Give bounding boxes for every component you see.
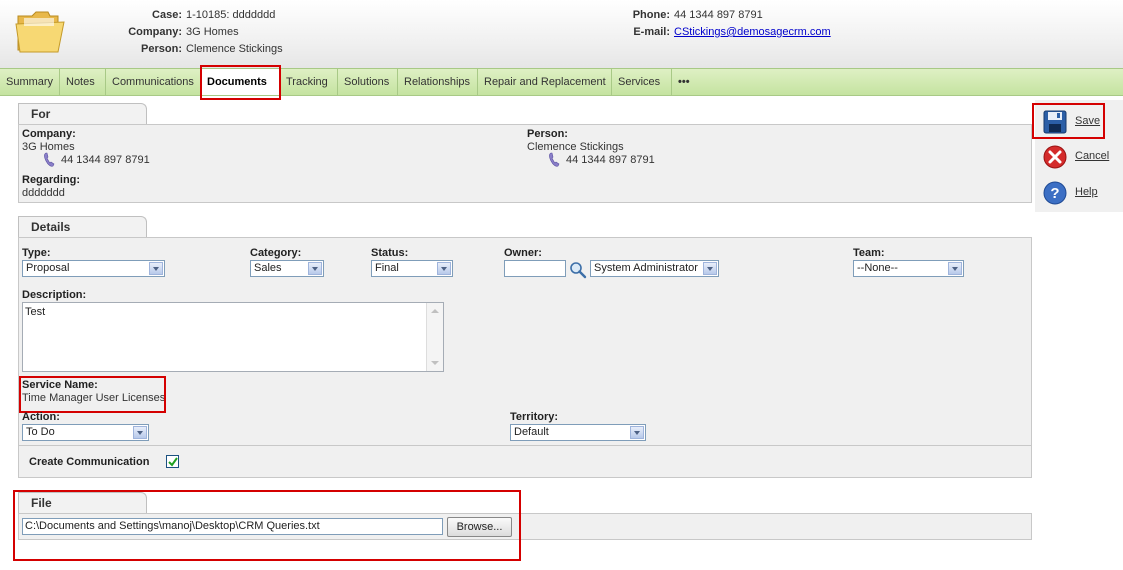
header-company-label: Company: — [128, 26, 182, 38]
save-button[interactable]: Save — [1041, 108, 1121, 134]
checkmark-icon — [168, 457, 178, 467]
create-communication-checkbox[interactable] — [166, 455, 179, 468]
territory-select-value: Default — [514, 426, 549, 438]
details-panel-tab: Details — [18, 216, 147, 238]
chevron-down-icon[interactable] — [630, 426, 644, 439]
search-icon[interactable] — [569, 261, 587, 279]
save-icon — [1043, 110, 1067, 134]
header-phone-label: Phone: — [632, 9, 670, 21]
tab-summary[interactable]: Summary — [0, 69, 60, 95]
chevron-down-icon[interactable] — [149, 262, 163, 275]
action-select[interactable]: To Do — [22, 424, 149, 441]
header-email-label: E-mail: — [633, 26, 670, 38]
description-scrollbar[interactable] — [426, 303, 443, 371]
case-label: Case: — [152, 9, 182, 21]
team-select-value: --None-- — [857, 262, 898, 274]
for-company-phone: 44 1344 897 8791 — [61, 154, 150, 166]
header-person-label: Person: — [141, 43, 182, 55]
for-panel — [18, 124, 1032, 203]
for-panel-tab: For — [18, 103, 147, 125]
tab-communications[interactable]: Communications — [106, 69, 201, 95]
cancel-label: Cancel — [1075, 150, 1110, 162]
create-communication-label: Create Communication — [29, 456, 150, 468]
description-text: Test — [25, 306, 46, 318]
file-panel-tab: File — [18, 492, 147, 514]
status-select[interactable]: Final — [371, 260, 453, 277]
service-name-value: Time Manager User Licenses — [22, 392, 166, 404]
chevron-down-icon[interactable] — [308, 262, 322, 275]
save-label: Save — [1075, 115, 1101, 127]
header-phone-value: 44 1344 897 8791 — [674, 9, 763, 21]
service-name-label: Service Name: — [22, 379, 98, 391]
category-select-value: Sales — [254, 262, 282, 274]
type-label: Type: — [22, 247, 51, 259]
help-label: Help — [1075, 186, 1098, 198]
owner-select[interactable]: System Administrator — [590, 260, 719, 277]
header-person-value: Clemence Stickings — [186, 43, 283, 55]
header-email-link[interactable]: CStickings@demosagecrm.com — [674, 26, 831, 38]
cancel-icon — [1043, 145, 1067, 169]
case-value: 1-10185: ddddddd — [186, 9, 276, 21]
status-label: Status: — [371, 247, 409, 259]
tab-services[interactable]: Services — [612, 69, 672, 95]
file-path-input[interactable]: C:\Documents and Settings\manoj\Desktop\… — [22, 518, 443, 535]
phone-icon — [549, 152, 560, 167]
action-select-value: To Do — [26, 426, 55, 438]
browse-button[interactable]: Browse... — [447, 517, 512, 537]
team-select[interactable]: --None-- — [853, 260, 964, 277]
tab-documents[interactable]: Documents — [201, 69, 280, 95]
chevron-down-icon[interactable] — [703, 262, 717, 275]
for-regarding-value: ddddddd — [22, 187, 65, 199]
for-person-label: Person: — [527, 128, 568, 140]
svg-text:?: ? — [1050, 185, 1059, 202]
for-person-value: Clemence Stickings — [527, 141, 624, 153]
folder-icon — [15, 11, 65, 53]
status-select-value: Final — [375, 262, 399, 274]
for-regarding-label: Regarding: — [22, 174, 81, 186]
header-company-value: 3G Homes — [186, 26, 239, 38]
divider — [19, 445, 1031, 446]
tab-tracking[interactable]: Tracking — [280, 69, 338, 95]
cancel-button[interactable]: Cancel — [1041, 143, 1121, 169]
owner-label: Owner: — [504, 247, 542, 259]
scroll-up-icon[interactable] — [431, 309, 439, 313]
description-label: Description: — [22, 289, 87, 301]
owner-select-value: System Administrator — [594, 262, 698, 274]
phone-icon — [44, 152, 55, 167]
for-company-label: Company: — [22, 128, 76, 140]
tab-relationships[interactable]: Relationships — [398, 69, 478, 95]
territory-label: Territory: — [510, 411, 559, 423]
help-icon: ? — [1043, 181, 1067, 205]
team-label: Team: — [853, 247, 885, 259]
tab-solutions[interactable]: Solutions — [338, 69, 398, 95]
chevron-down-icon[interactable] — [437, 262, 451, 275]
chevron-down-icon[interactable] — [133, 426, 147, 439]
action-label: Action: — [22, 411, 60, 423]
tab-repair-and-replacement[interactable]: Repair and Replacement — [478, 69, 612, 95]
description-textarea[interactable]: Test — [22, 302, 444, 372]
tab-notes[interactable]: Notes — [60, 69, 106, 95]
territory-select[interactable]: Default — [510, 424, 646, 441]
for-person-phone: 44 1344 897 8791 — [566, 154, 655, 166]
chevron-down-icon[interactable] — [948, 262, 962, 275]
type-select[interactable]: Proposal — [22, 260, 165, 277]
owner-search-input[interactable] — [504, 260, 566, 277]
tab-more[interactable]: ••• — [672, 69, 696, 95]
help-button[interactable]: ? Help — [1041, 179, 1121, 205]
type-select-value: Proposal — [26, 262, 70, 274]
scroll-down-icon[interactable] — [431, 361, 439, 365]
category-label: Category: — [250, 247, 302, 259]
category-select[interactable]: Sales — [250, 260, 324, 277]
tab-bar: Summary Notes Communications Documents T… — [0, 68, 1123, 96]
